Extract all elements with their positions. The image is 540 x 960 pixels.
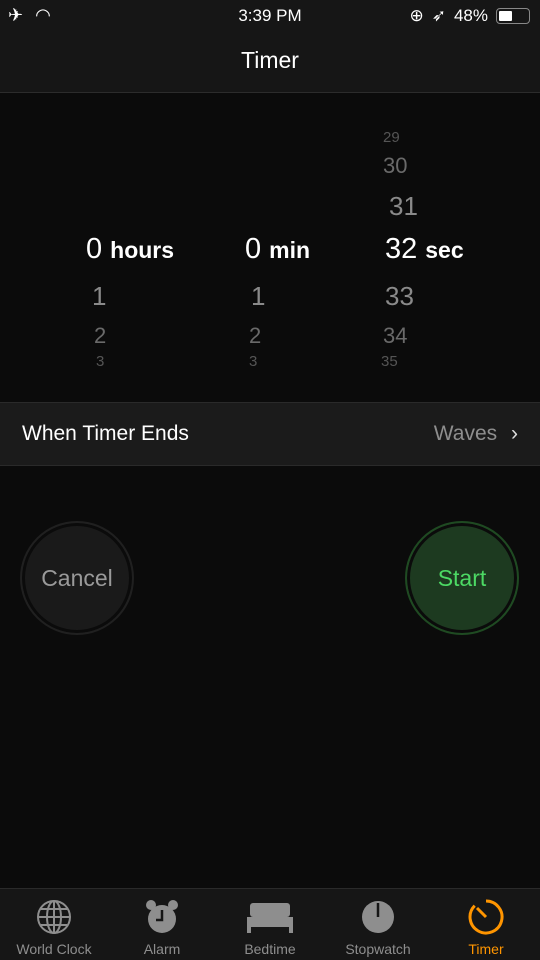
- tab-label: Alarm: [143, 941, 181, 957]
- seconds-option[interactable]: 31: [389, 191, 418, 222]
- minutes-option[interactable]: 1: [251, 281, 265, 312]
- tab-bar: World Clock Alarm Bedtime Stopwatch Time…: [0, 888, 540, 960]
- tab-label: Stopwatch: [345, 941, 411, 957]
- minutes-unit: min: [269, 237, 311, 263]
- seconds-option[interactable]: 30: [383, 153, 407, 179]
- status-bar: ✈ ◠ 3:39 PM ⊕ ➶ 48%: [0, 0, 540, 30]
- timer-icon: [468, 899, 504, 935]
- tab-label: Bedtime: [244, 941, 296, 957]
- seconds-unit: sec: [425, 237, 464, 263]
- minutes-option[interactable]: 2: [249, 323, 261, 349]
- seconds-option[interactable]: 35: [381, 353, 398, 370]
- hours-unit: hours: [110, 237, 175, 263]
- tab-bedtime[interactable]: Bedtime: [216, 889, 324, 960]
- hours-option[interactable]: 2: [94, 323, 106, 349]
- sound-value: Waves: [433, 422, 498, 445]
- timer-picker[interactable]: 0 hours 1 2 3 0 min 1 2 3 29 30 31 32 sec 3…: [0, 93, 540, 402]
- globe-icon: [37, 900, 71, 934]
- tab-stopwatch[interactable]: Stopwatch: [324, 889, 432, 960]
- tab-alarm[interactable]: Alarm: [108, 889, 216, 960]
- hours-option[interactable]: 3: [96, 353, 104, 370]
- tab-label: Timer: [468, 941, 504, 957]
- orientation-lock-icon: ⊕: [409, 6, 424, 25]
- start-button[interactable]: Start: [405, 521, 519, 635]
- battery-icon: [496, 8, 530, 24]
- hours-option[interactable]: 1: [92, 281, 106, 312]
- minutes-value: 0: [245, 233, 262, 265]
- tab-timer[interactable]: Timer: [432, 889, 540, 960]
- seconds-option[interactable]: 29: [383, 129, 400, 146]
- alarm-clock-icon: [146, 900, 178, 933]
- tab-label: World Clock: [16, 941, 92, 957]
- seconds-option[interactable]: 33: [385, 281, 414, 312]
- hours-value: 0: [86, 233, 103, 265]
- location-icon: ➶: [431, 6, 446, 25]
- tab-world-clock[interactable]: World Clock: [0, 889, 108, 960]
- seconds-value: 32: [385, 233, 418, 265]
- chevron-right-icon: ›: [511, 422, 518, 445]
- when-timer-ends-label: When Timer Ends: [22, 422, 189, 445]
- battery-percent: 48%: [453, 6, 488, 25]
- seconds-option[interactable]: 34: [383, 323, 407, 349]
- when-timer-ends-row[interactable]: When Timer Ends Waves ›: [0, 402, 540, 466]
- stopwatch-icon: [362, 901, 394, 933]
- bed-icon: [247, 903, 293, 933]
- minutes-option[interactable]: 3: [249, 353, 257, 370]
- cancel-button[interactable]: Cancel: [20, 521, 134, 635]
- page-title: Timer: [0, 30, 540, 93]
